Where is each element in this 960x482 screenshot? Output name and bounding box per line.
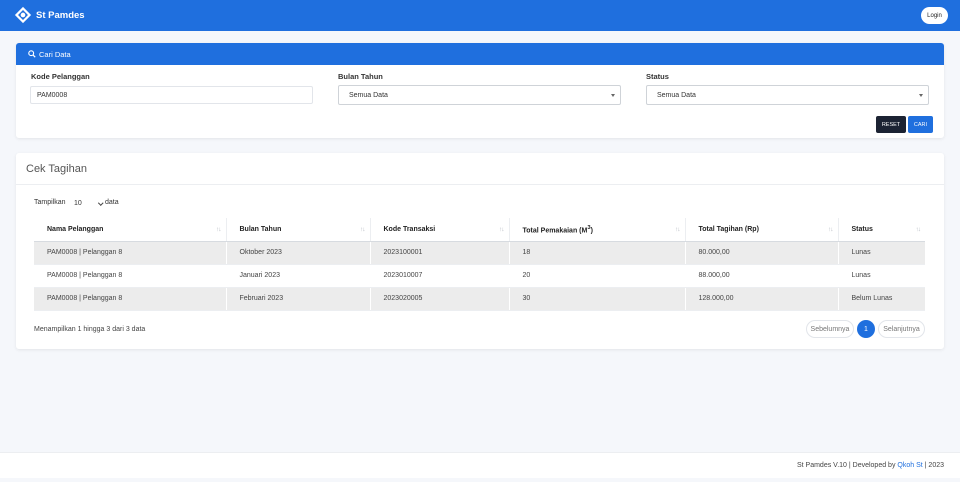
divider [16,184,944,185]
cell-nama: PAM0008 | Pelanggan 8 [34,264,227,288]
developer-link[interactable]: Qkoh St [897,462,922,469]
prev-page-button[interactable]: Sebelumnya [806,320,854,338]
tagihan-table: Nama Pelanggan ↑↓ Bulan Tahun ↑↓ Kode Tran… [34,218,925,311]
col-kode-transaksi[interactable]: Kode Transaksi ↑↓ [370,218,510,242]
cell-kode: 2023020005 [370,287,510,311]
col-nama-pelanggan[interactable]: Nama Pelanggan ↑↓ [34,218,227,242]
cell-status: Lunas [838,264,925,288]
cell-nama: PAM0008 | Pelanggan 8 [34,241,227,265]
table-info: Menampilkan 1 hingga 3 dari 3 data [34,326,146,333]
bulan-tahun-label: Bulan Tahun [338,72,383,81]
navbar: St Pamdes Login [0,0,960,31]
footer-text: St Pamdes V.10 | Developed by Qkoh St | … [797,462,944,469]
caret-down-icon [919,94,923,97]
table-row: PAM0008 | Pelanggan 8 Oktober 2023 20231… [34,241,925,265]
sort-icon: ↑↓ [915,226,921,233]
sort-icon: ↑↓ [360,226,365,233]
col-total-tagihan[interactable]: Total Tagihan (Rp) ↑↓ [685,218,839,242]
cell-nama: PAM0008 | Pelanggan 8 [34,287,227,311]
col-status[interactable]: Status ↑↓ [838,218,925,242]
tagihan-title: Cek Tagihan [26,163,87,175]
cell-bulan: Oktober 2023 [226,241,371,265]
length-prefix: Tampilkan [34,199,66,206]
login-button[interactable]: Login [921,7,948,24]
footer: St Pamdes V.10 | Developed by Qkoh St | … [0,452,960,478]
col-total-pemakaian[interactable]: Total Pemakaian (M3) ↑↓ [509,218,686,242]
sort-icon: ↑↓ [828,226,833,233]
status-select[interactable]: Semua Data [646,85,929,105]
cari-button[interactable]: CARI [908,116,933,133]
cell-bulan: Februari 2023 [226,287,371,311]
sort-icon: ↑↓ [216,226,221,233]
cell-pemakaian: 30 [509,287,686,311]
status-value: Semua Data [657,91,696,99]
cell-tagihan: 128.000,00 [685,287,839,311]
table-row: PAM0008 | Pelanggan 8 Februari 2023 2023… [34,287,925,311]
table-header-row: Nama Pelanggan ↑↓ Bulan Tahun ↑↓ Kode Tran… [34,218,925,242]
length-suffix: data [105,199,119,206]
caret-down-icon [611,94,615,97]
chevron-down-icon [97,200,103,206]
page-1-button[interactable]: 1 [857,320,875,338]
kode-pelanggan-input[interactable] [30,86,313,104]
cell-kode: 2023010007 [370,264,510,288]
footer-suffix: | 2023 [924,462,944,469]
next-page-button[interactable]: Selanjutnya [878,320,925,338]
bulan-tahun-value: Semua Data [349,91,388,99]
brand-name: St Pamdes [36,9,85,21]
search-card: Cari Data Kode Pelanggan Bulan Tahun Sem… [16,43,944,138]
cell-kode: 2023100001 [370,241,510,265]
col-bulan-tahun[interactable]: Bulan Tahun ↑↓ [226,218,371,242]
reset-button[interactable]: RESET [876,116,906,133]
cell-pemakaian: 18 [509,241,686,265]
footer-prefix: St Pamdes V.10 | Developed by [796,462,896,469]
sort-icon: ↑↓ [675,226,680,233]
length-value: 10 [74,199,82,207]
search-icon [28,50,36,58]
cell-tagihan: 80.000,00 [685,241,839,265]
cell-pemakaian: 20 [509,264,686,288]
search-card-title: Cari Data [39,49,71,59]
brand[interactable]: St Pamdes [14,6,85,24]
logo-icon [14,6,32,24]
cell-tagihan: 88.000,00 [685,264,839,288]
cell-status: Belum Lunas [838,287,925,311]
status-label: Status [646,72,669,81]
bulan-tahun-select[interactable]: Semua Data [338,85,621,105]
cell-bulan: Januari 2023 [226,264,371,288]
table-row: PAM0008 | Pelanggan 8 Januari 2023 20230… [34,264,925,288]
tagihan-card: Cek Tagihan Tampilkan 10 data Nama Pelan… [16,153,944,349]
length-select[interactable]: 10 [68,196,104,210]
search-card-header: Cari Data [16,43,944,65]
kode-pelanggan-label: Kode Pelanggan [31,72,90,81]
sort-icon: ↑↓ [499,226,504,233]
cell-status: Lunas [838,241,925,265]
